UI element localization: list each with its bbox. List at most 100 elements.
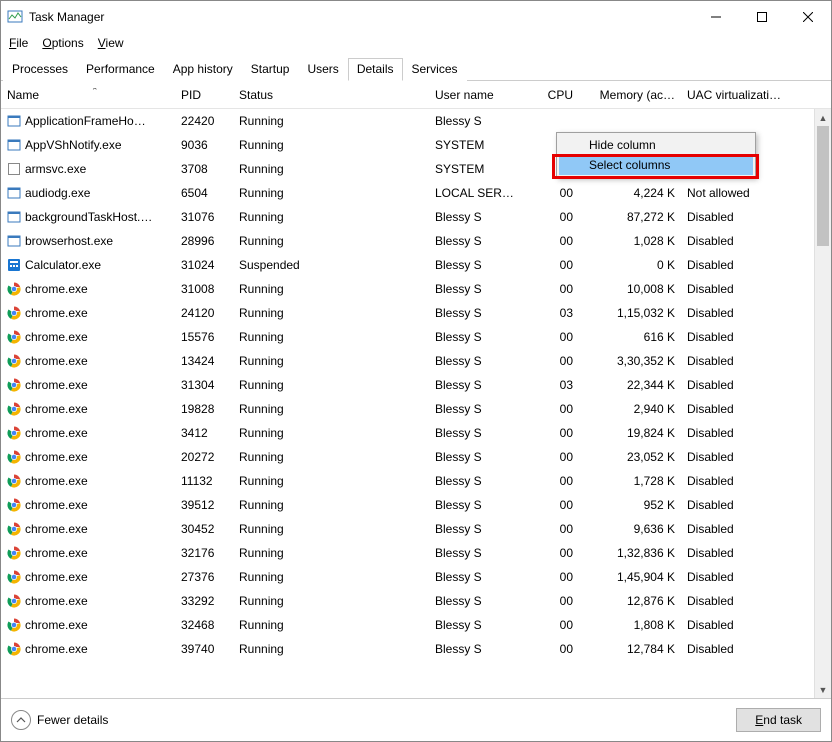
table-row[interactable]: chrome.exe13424RunningBlessy S003,30,352…	[1, 349, 831, 373]
table-row[interactable]: chrome.exe3412RunningBlessy S0019,824 KD…	[1, 421, 831, 445]
table-row[interactable]: chrome.exe39740RunningBlessy S0012,784 K…	[1, 637, 831, 661]
header-context-menu: Hide column Select columns	[556, 132, 756, 178]
table-row[interactable]: chrome.exe20272RunningBlessy S0023,052 K…	[1, 445, 831, 469]
process-cpu: 00	[541, 210, 579, 224]
process-uac: Disabled	[681, 306, 799, 320]
process-rows: ApplicationFrameHo…22420RunningBlessy SA…	[1, 109, 831, 699]
process-name: ApplicationFrameHo…	[25, 114, 146, 128]
col-memory[interactable]: Memory (ac…	[579, 88, 681, 102]
table-row[interactable]: chrome.exe32176RunningBlessy S001,32,836…	[1, 541, 831, 565]
process-icon	[7, 402, 21, 416]
titlebar[interactable]: Task Manager	[1, 1, 831, 33]
tab-startup[interactable]: Startup	[242, 58, 299, 81]
process-icon	[7, 570, 21, 584]
process-cpu: 00	[541, 498, 579, 512]
process-status: Running	[233, 378, 429, 392]
table-row[interactable]: chrome.exe24120RunningBlessy S031,15,032…	[1, 301, 831, 325]
process-cpu: 00	[541, 330, 579, 344]
menu-view[interactable]: View	[98, 36, 124, 50]
close-button[interactable]	[785, 1, 831, 33]
table-row[interactable]: backgroundTaskHost.…31076RunningBlessy S…	[1, 205, 831, 229]
table-row[interactable]: chrome.exe39512RunningBlessy S00952 KDis…	[1, 493, 831, 517]
col-name[interactable]: Name⌃	[1, 88, 175, 102]
process-status: Running	[233, 138, 429, 152]
process-pid: 20272	[175, 450, 233, 464]
table-row[interactable]: Calculator.exe31024SuspendedBlessy S000 …	[1, 253, 831, 277]
table-row[interactable]: audiodg.exe6504RunningLOCAL SER…004,224 …	[1, 181, 831, 205]
window-title: Task Manager	[29, 10, 104, 24]
col-pid[interactable]: PID	[175, 88, 233, 102]
table-row[interactable]: chrome.exe11132RunningBlessy S001,728 KD…	[1, 469, 831, 493]
table-row[interactable]: browserhost.exe28996RunningBlessy S001,0…	[1, 229, 831, 253]
process-pid: 31304	[175, 378, 233, 392]
fewer-details-toggle[interactable]: Fewer details	[11, 710, 108, 730]
col-status[interactable]: Status	[233, 88, 429, 102]
process-uac: Disabled	[681, 378, 799, 392]
menu-hide-column[interactable]: Hide column	[559, 135, 753, 155]
process-uac: Disabled	[681, 570, 799, 584]
col-user[interactable]: User name	[429, 88, 541, 102]
process-name: armsvc.exe	[25, 162, 86, 176]
table-row[interactable]: chrome.exe27376RunningBlessy S001,45,904…	[1, 565, 831, 589]
tab-performance[interactable]: Performance	[77, 58, 164, 81]
process-status: Suspended	[233, 258, 429, 272]
process-name: chrome.exe	[25, 618, 88, 632]
vertical-scrollbar[interactable]: ▲ ▼	[814, 109, 831, 698]
process-memory: 1,028 K	[579, 234, 681, 248]
tab-users[interactable]: Users	[298, 58, 347, 81]
scroll-up-icon[interactable]: ▲	[815, 109, 831, 126]
process-name: browserhost.exe	[25, 234, 113, 248]
process-memory: 1,32,836 K	[579, 546, 681, 560]
process-memory: 23,052 K	[579, 450, 681, 464]
table-row[interactable]: chrome.exe31304RunningBlessy S0322,344 K…	[1, 373, 831, 397]
process-cpu: 00	[541, 354, 579, 368]
process-memory: 1,45,904 K	[579, 570, 681, 584]
scroll-down-icon[interactable]: ▼	[815, 681, 831, 698]
process-pid: 3708	[175, 162, 233, 176]
process-uac: Disabled	[681, 642, 799, 656]
table-row[interactable]: chrome.exe32468RunningBlessy S001,808 KD…	[1, 613, 831, 637]
table-row[interactable]: chrome.exe19828RunningBlessy S002,940 KD…	[1, 397, 831, 421]
end-task-button[interactable]: End task	[736, 708, 821, 732]
scroll-thumb[interactable]	[817, 126, 829, 246]
process-user: SYSTEM	[429, 138, 541, 152]
process-icon	[7, 642, 21, 656]
process-name: chrome.exe	[25, 474, 88, 488]
column-headers: Name⌃ PID Status User name CPU Memory (a…	[1, 81, 831, 109]
process-status: Running	[233, 306, 429, 320]
tab-details[interactable]: Details	[348, 58, 403, 81]
tab-processes[interactable]: Processes	[3, 58, 77, 81]
table-row[interactable]: chrome.exe31008RunningBlessy S0010,008 K…	[1, 277, 831, 301]
process-uac: Disabled	[681, 282, 799, 296]
table-row[interactable]: ApplicationFrameHo…22420RunningBlessy S	[1, 109, 831, 133]
tab-services[interactable]: Services	[403, 58, 467, 81]
maximize-button[interactable]	[739, 1, 785, 33]
table-row[interactable]: chrome.exe30452RunningBlessy S009,636 KD…	[1, 517, 831, 541]
minimize-button[interactable]	[693, 1, 739, 33]
footer: Fewer details End task	[1, 699, 831, 741]
process-cpu: 00	[541, 402, 579, 416]
chevron-up-icon	[11, 710, 31, 730]
menu-options[interactable]: Options	[42, 36, 83, 50]
process-user: Blessy S	[429, 618, 541, 632]
process-status: Running	[233, 330, 429, 344]
process-user: LOCAL SER…	[429, 186, 541, 200]
process-icon	[7, 186, 21, 200]
menu-select-columns[interactable]: Select columns	[559, 155, 753, 175]
col-uac[interactable]: UAC virtualizati…	[681, 88, 799, 102]
menu-file[interactable]: File	[9, 36, 28, 50]
table-row[interactable]: chrome.exe15576RunningBlessy S00616 KDis…	[1, 325, 831, 349]
process-cpu: 00	[541, 474, 579, 488]
process-user: Blessy S	[429, 114, 541, 128]
table-row[interactable]: chrome.exe33292RunningBlessy S0012,876 K…	[1, 589, 831, 613]
process-cpu: 00	[541, 234, 579, 248]
tab-app-history[interactable]: App history	[164, 58, 242, 81]
process-status: Running	[233, 402, 429, 416]
process-user: Blessy S	[429, 642, 541, 656]
process-cpu: 00	[541, 618, 579, 632]
process-pid: 32176	[175, 546, 233, 560]
col-cpu[interactable]: CPU	[541, 88, 579, 102]
sort-indicator-icon: ⌃	[91, 88, 99, 97]
process-memory: 22,344 K	[579, 378, 681, 392]
process-uac: Disabled	[681, 234, 799, 248]
